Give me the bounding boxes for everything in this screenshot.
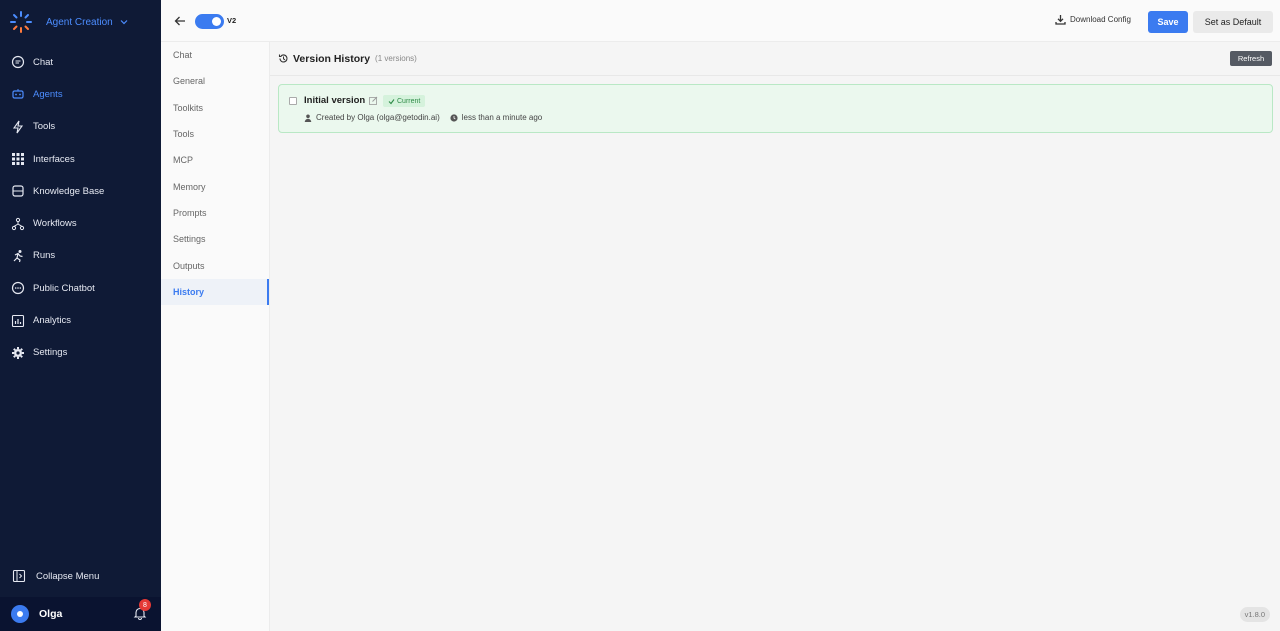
edit-icon[interactable] bbox=[369, 96, 378, 105]
nav-item-label: Chat bbox=[33, 56, 54, 68]
sidebar: Agent Creation Chat Agents Tools Interfa… bbox=[0, 0, 161, 631]
created-by: Created by Olga (olga@getodin.ai) bbox=[316, 113, 440, 122]
save-button[interactable]: Save bbox=[1148, 11, 1188, 33]
nav-item-label: Interfaces bbox=[33, 153, 75, 165]
back-arrow-icon[interactable] bbox=[173, 14, 187, 28]
set-as-default-button[interactable]: Set as Default bbox=[1193, 11, 1273, 33]
user-name: Olga bbox=[39, 608, 63, 620]
nav-item-agents[interactable]: Agents bbox=[0, 78, 161, 110]
tab-tools[interactable]: Tools bbox=[161, 121, 269, 147]
created-time: less than a minute ago bbox=[461, 113, 543, 122]
version-toggle[interactable] bbox=[195, 14, 224, 29]
nav-item-label: Public Chatbot bbox=[33, 282, 95, 294]
nav-item-runs[interactable]: Runs bbox=[0, 240, 161, 272]
clock-icon bbox=[450, 113, 458, 122]
current-badge: Current bbox=[383, 95, 426, 107]
tab-chat[interactable]: Chat bbox=[161, 42, 269, 68]
version-name: Initial version bbox=[304, 95, 366, 106]
tab-mcp[interactable]: MCP bbox=[161, 147, 269, 173]
history-icon bbox=[278, 54, 288, 63]
nav-item-workflows[interactable]: Workflows bbox=[0, 207, 161, 239]
gear-icon bbox=[11, 346, 25, 360]
sidebar-collapse-icon bbox=[12, 569, 26, 583]
nav-item-chat[interactable]: Chat bbox=[0, 46, 161, 78]
tab-outputs[interactable]: Outputs bbox=[161, 252, 269, 278]
tab-settings[interactable]: Settings bbox=[161, 226, 269, 252]
panel-header: Version History (1 versions) bbox=[270, 42, 1280, 76]
collapse-menu-button[interactable]: Collapse Menu bbox=[0, 564, 161, 588]
version-card[interactable]: Initial version Current Created by Olga … bbox=[278, 84, 1273, 133]
nav-item-tools[interactable]: Tools bbox=[0, 111, 161, 143]
toggle-label: V2 bbox=[227, 16, 237, 25]
nav-item-label: Knowledge Base bbox=[33, 185, 105, 197]
download-config-label: Download Config bbox=[1070, 15, 1131, 24]
tab-general[interactable]: General bbox=[161, 68, 269, 94]
brand-logo-icon bbox=[10, 11, 32, 33]
workflow-icon bbox=[11, 217, 25, 231]
download-config-button[interactable]: Download Config bbox=[1055, 14, 1131, 25]
nav-item-settings[interactable]: Settings bbox=[0, 337, 161, 369]
chevron-down-icon bbox=[120, 20, 128, 25]
chat-icon bbox=[11, 55, 25, 69]
nav-item-interfaces[interactable]: Interfaces bbox=[0, 143, 161, 175]
check-icon bbox=[388, 98, 395, 104]
notification-badge: 8 bbox=[139, 599, 151, 611]
current-badge-label: Current bbox=[397, 97, 421, 105]
refresh-button[interactable]: Refresh bbox=[1230, 51, 1272, 66]
tab-memory[interactable]: Memory bbox=[161, 173, 269, 199]
tab-toolkits[interactable]: Toolkits bbox=[161, 95, 269, 121]
robot-icon bbox=[11, 87, 25, 101]
nav-item-label: Tools bbox=[33, 121, 56, 133]
app-version-badge: v1.8.0 bbox=[1239, 607, 1270, 622]
grid-icon bbox=[11, 152, 25, 166]
download-icon bbox=[1055, 15, 1066, 25]
nav-item-label: Workflows bbox=[33, 218, 77, 230]
tab-prompts[interactable]: Prompts bbox=[161, 200, 269, 226]
version-select-checkbox[interactable] bbox=[289, 97, 297, 105]
version-history-panel: Version History (1 versions) Refresh Ini… bbox=[270, 42, 1280, 631]
brand-name: Agent Creation bbox=[46, 16, 113, 28]
page-title: Version History bbox=[293, 52, 371, 65]
nav-item-label: Agents bbox=[33, 88, 63, 100]
nav-item-knowledge-base[interactable]: Knowledge Base bbox=[0, 175, 161, 207]
nav-item-public-chatbot[interactable]: Public Chatbot bbox=[0, 272, 161, 304]
agent-section-nav: Chat General Toolkits Tools MCP Memory P… bbox=[161, 42, 270, 631]
user-bar: Olga 8 bbox=[0, 597, 161, 631]
chat-dots-icon bbox=[11, 281, 25, 295]
nav-item-label: Runs bbox=[33, 250, 56, 262]
collapse-menu-label: Collapse Menu bbox=[36, 570, 100, 582]
user-icon bbox=[304, 114, 312, 122]
tab-history[interactable]: History bbox=[161, 278, 269, 305]
bolt-icon bbox=[11, 120, 25, 134]
runner-icon bbox=[11, 249, 25, 263]
avatar[interactable] bbox=[11, 605, 29, 623]
analytics-icon bbox=[11, 314, 25, 328]
version-meta: Created by Olga (olga@getodin.ai) less t… bbox=[304, 113, 542, 122]
nav-item-label: Analytics bbox=[33, 315, 72, 327]
top-header: V2 Download Config Save Set as Default bbox=[161, 0, 1280, 42]
brand-switcher[interactable]: Agent Creation bbox=[0, 0, 161, 44]
nav-item-analytics[interactable]: Analytics bbox=[0, 304, 161, 336]
main-nav: Chat Agents Tools Interfaces Knowledge B… bbox=[0, 46, 161, 369]
version-count: (1 versions) bbox=[375, 54, 417, 63]
database-icon bbox=[11, 184, 25, 198]
nav-item-label: Settings bbox=[33, 347, 68, 359]
